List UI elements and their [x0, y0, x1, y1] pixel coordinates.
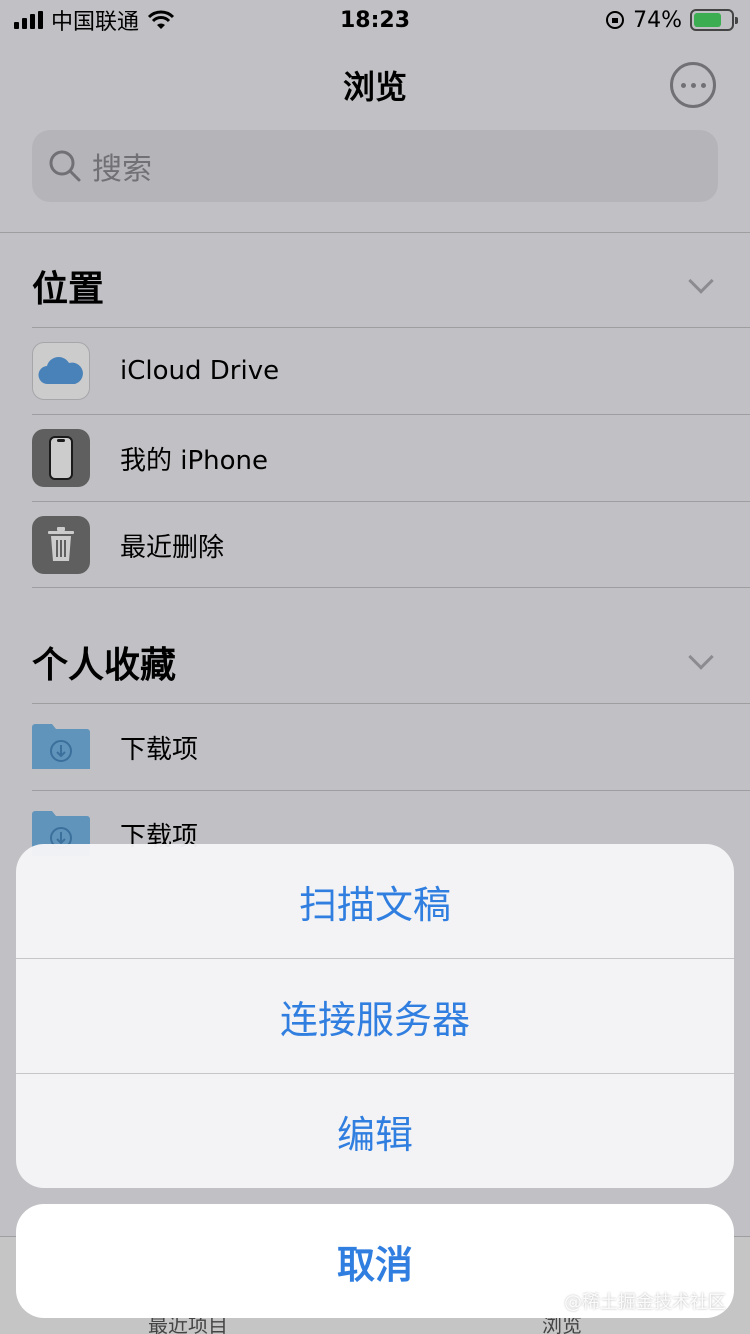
action-sheet: 扫描文稿 连接服务器 编辑 [16, 844, 734, 1188]
edit-button[interactable]: 编辑 [16, 1074, 734, 1188]
connect-server-button[interactable]: 连接服务器 [16, 959, 734, 1074]
watermark: @稀土掘金技术社区 [564, 1292, 726, 1313]
scan-documents-button[interactable]: 扫描文稿 [16, 844, 734, 959]
